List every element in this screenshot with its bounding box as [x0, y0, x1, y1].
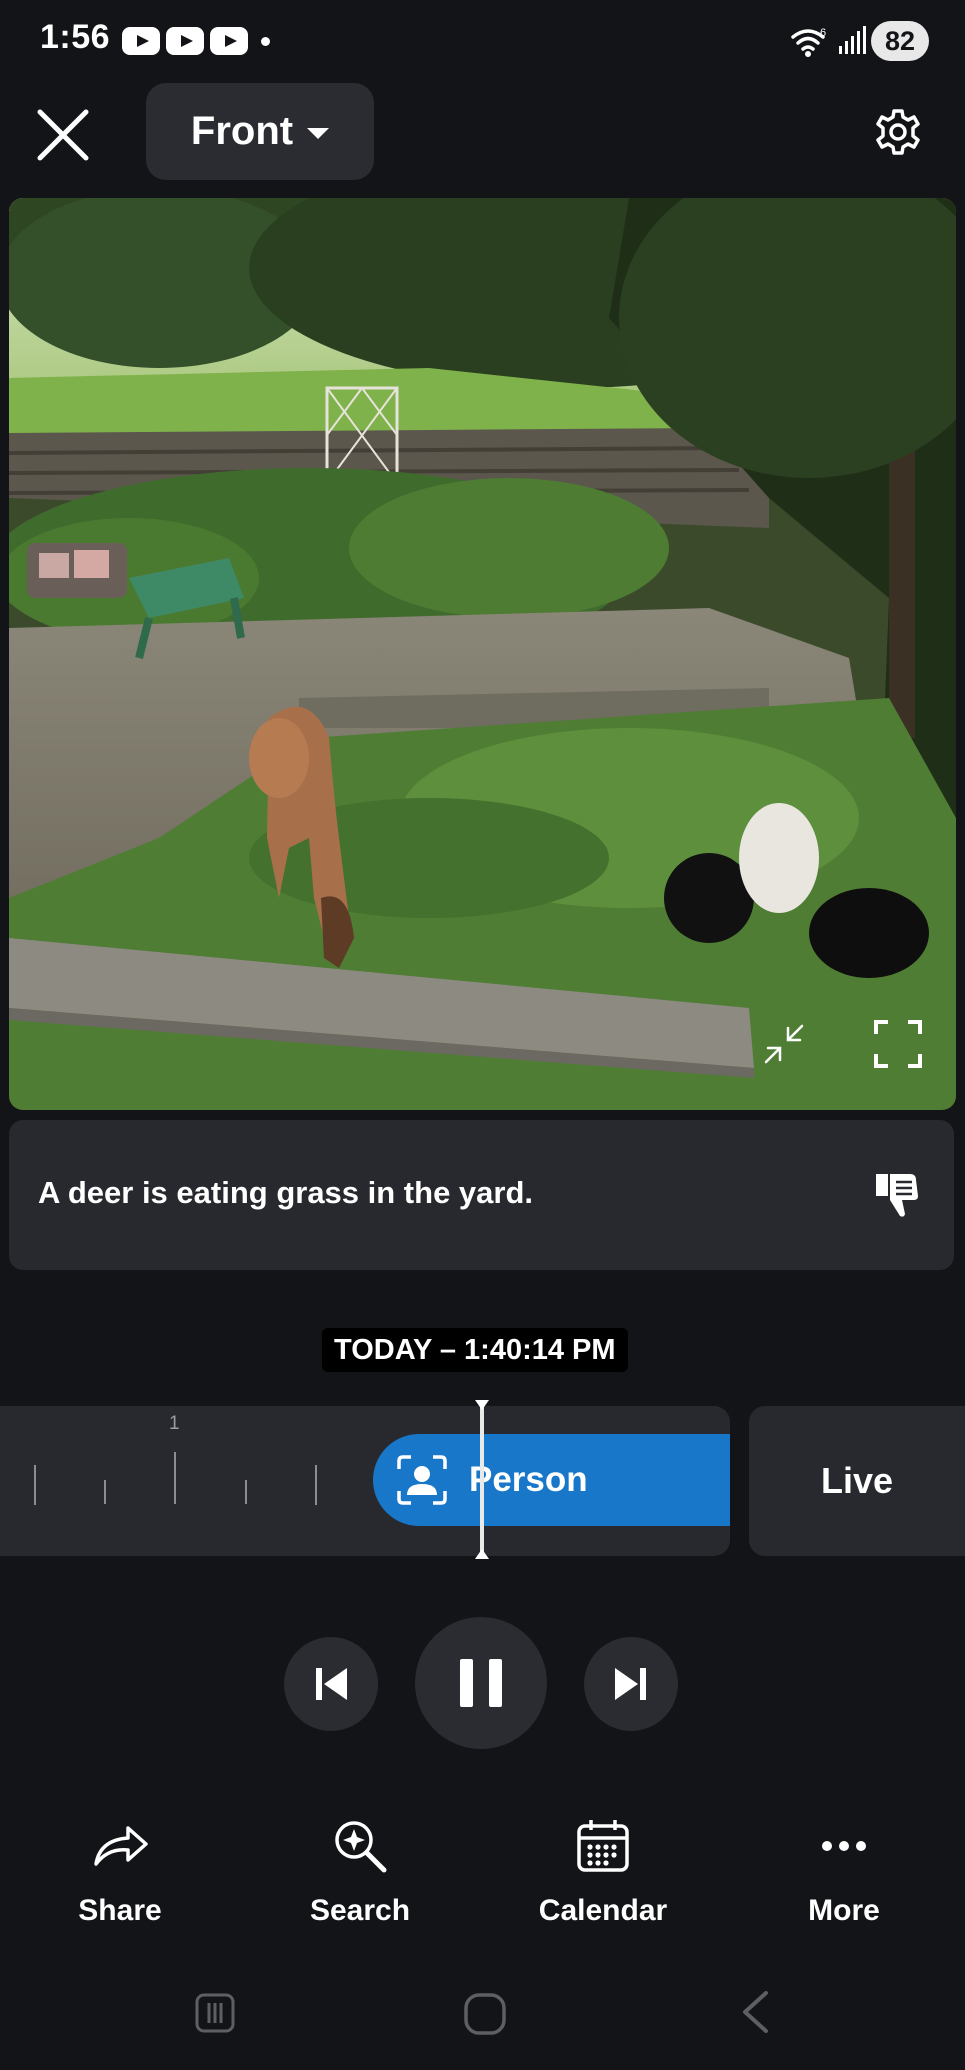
home-icon[interactable]	[463, 1992, 507, 2036]
signal-icon	[839, 26, 866, 54]
person-event-marker[interactable]: Person	[373, 1434, 730, 1526]
timeline-tick	[245, 1480, 247, 1504]
recent-apps-icon[interactable]	[195, 1993, 235, 2033]
caption-text: A deer is eating grass in the yard.	[38, 1175, 534, 1210]
notification-icons	[122, 27, 248, 55]
gear-icon[interactable]	[872, 106, 924, 158]
yard-scene-image	[9, 198, 956, 1110]
timeline-tick	[174, 1452, 176, 1504]
wifi-icon: 6	[791, 27, 826, 57]
search-button[interactable]: Search	[260, 1816, 460, 1928]
more-button[interactable]: More	[744, 1816, 944, 1928]
live-button[interactable]: Live	[749, 1406, 965, 1556]
youtube-icon	[122, 27, 160, 55]
search-sparkle-icon	[335, 1821, 387, 1873]
more-label: More	[808, 1894, 880, 1927]
calendar-button[interactable]: Calendar	[503, 1816, 703, 1928]
share-label: Share	[78, 1894, 162, 1927]
more-dots-icon	[822, 1841, 866, 1851]
playhead-bottom-marker	[475, 1549, 489, 1559]
timeline-tick	[34, 1465, 36, 1505]
timeline-tick	[315, 1465, 317, 1505]
youtube-icon	[210, 27, 248, 55]
camera-name: Front	[190, 109, 294, 153]
person-icon	[397, 1455, 447, 1505]
thumbs-down-feedback-icon[interactable]	[872, 1170, 924, 1222]
search-label: Search	[309, 1894, 411, 1927]
timeline-tick-label: 1	[169, 1413, 180, 1434]
calendar-icon	[577, 1820, 629, 1872]
timeline-timestamp: TODAY – 1:40:14 PM	[322, 1328, 628, 1372]
pause-icon	[460, 1659, 502, 1707]
svg-text:6: 6	[820, 27, 826, 39]
youtube-icon	[166, 27, 204, 55]
timeline-playhead[interactable]	[480, 1403, 484, 1559]
fullscreen-icon[interactable]	[872, 1018, 924, 1070]
back-icon[interactable]	[740, 1990, 770, 2034]
skip-previous-icon	[316, 1668, 347, 1700]
share-button[interactable]: Share	[20, 1816, 220, 1928]
timeline-tick	[104, 1480, 106, 1504]
status-time: 1:56	[40, 18, 111, 56]
camera-video-feed[interactable]	[9, 198, 956, 1110]
chevron-down-icon	[307, 128, 330, 139]
more-notifications-dot	[261, 37, 270, 46]
battery-indicator: 82	[871, 21, 929, 61]
share-arrow-icon	[94, 1826, 148, 1866]
camera-selector[interactable]: Front	[146, 83, 374, 180]
previous-event-button[interactable]	[284, 1637, 378, 1731]
playhead-top-marker	[475, 1400, 489, 1410]
pause-button[interactable]	[415, 1617, 547, 1749]
event-label: Person	[469, 1460, 588, 1499]
collapse-icon[interactable]	[758, 1018, 810, 1070]
next-event-button[interactable]	[584, 1637, 678, 1731]
skip-next-icon	[615, 1668, 646, 1700]
close-icon[interactable]	[34, 106, 92, 164]
calendar-label: Calendar	[538, 1894, 668, 1927]
